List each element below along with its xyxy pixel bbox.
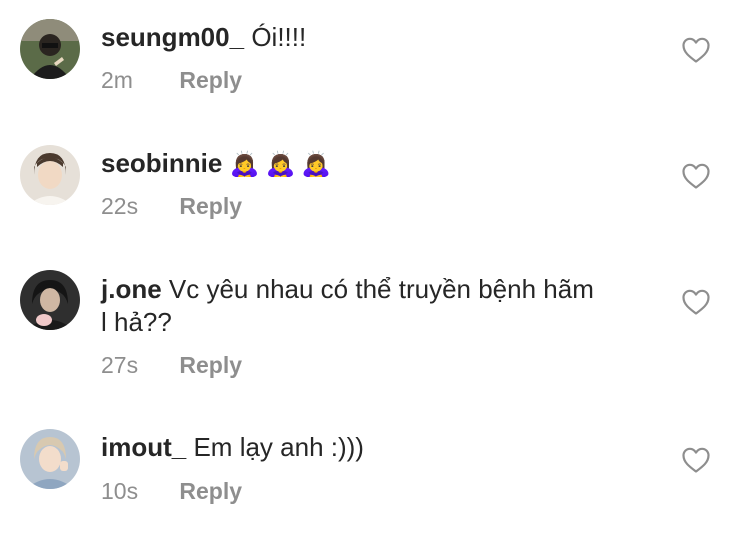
comment-timestamp: 10s [101, 478, 139, 504]
avatar-image [20, 145, 80, 205]
like-button[interactable] [681, 288, 711, 316]
comment-username[interactable]: j.one [101, 274, 162, 304]
heart-outline-icon [682, 37, 710, 63]
comment-meta: 22s Reply [101, 193, 242, 220]
comment-username[interactable]: seungm00_ [101, 22, 244, 52]
comment-timestamp: 22s [101, 193, 139, 219]
comment-body: Vc yêu nhau có thể truyền bệnh hãm l hả?… [101, 274, 594, 337]
like-button[interactable] [681, 36, 711, 64]
like-button[interactable] [681, 162, 711, 190]
comment-meta: 2m Reply [101, 67, 242, 94]
comment-timestamp: 27s [101, 352, 139, 378]
reply-button[interactable]: Reply [179, 478, 242, 504]
comment-text: seobinnie 🙇‍♀️🙇‍♀️🙇‍♀️ [101, 147, 621, 181]
heart-outline-icon [682, 163, 710, 189]
heart-outline-icon [682, 447, 710, 473]
comment-body: Ói!!!! [251, 22, 307, 52]
comment-text: imout_ Em lạy anh :))) [101, 431, 621, 464]
avatar[interactable] [20, 145, 80, 205]
avatar-image [20, 19, 80, 79]
heart-outline-icon [682, 289, 710, 315]
comment-text: j.one Vc yêu nhau có thể truyền bệnh hãm… [101, 273, 601, 339]
reply-button[interactable]: Reply [179, 67, 242, 93]
comment-username[interactable]: seobinnie [101, 148, 222, 178]
comment-username[interactable]: imout_ [101, 432, 186, 462]
comment-body: Em lạy anh :))) [193, 432, 364, 462]
reply-button[interactable]: Reply [179, 352, 242, 378]
reply-button[interactable]: Reply [179, 193, 242, 219]
comment-meta: 27s Reply [101, 352, 242, 379]
comment-timestamp: 2m [101, 67, 133, 93]
comment-meta: 10s Reply [101, 478, 242, 505]
comment-text: seungm00_ Ói!!!! [101, 21, 621, 54]
avatar[interactable] [20, 429, 80, 489]
avatar-image [20, 429, 80, 489]
avatar[interactable] [20, 270, 80, 330]
avatar[interactable] [20, 19, 80, 79]
like-button[interactable] [681, 446, 711, 474]
comment-body: 🙇‍♀️🙇‍♀️🙇‍♀️ [229, 151, 338, 178]
avatar-image [20, 270, 80, 330]
